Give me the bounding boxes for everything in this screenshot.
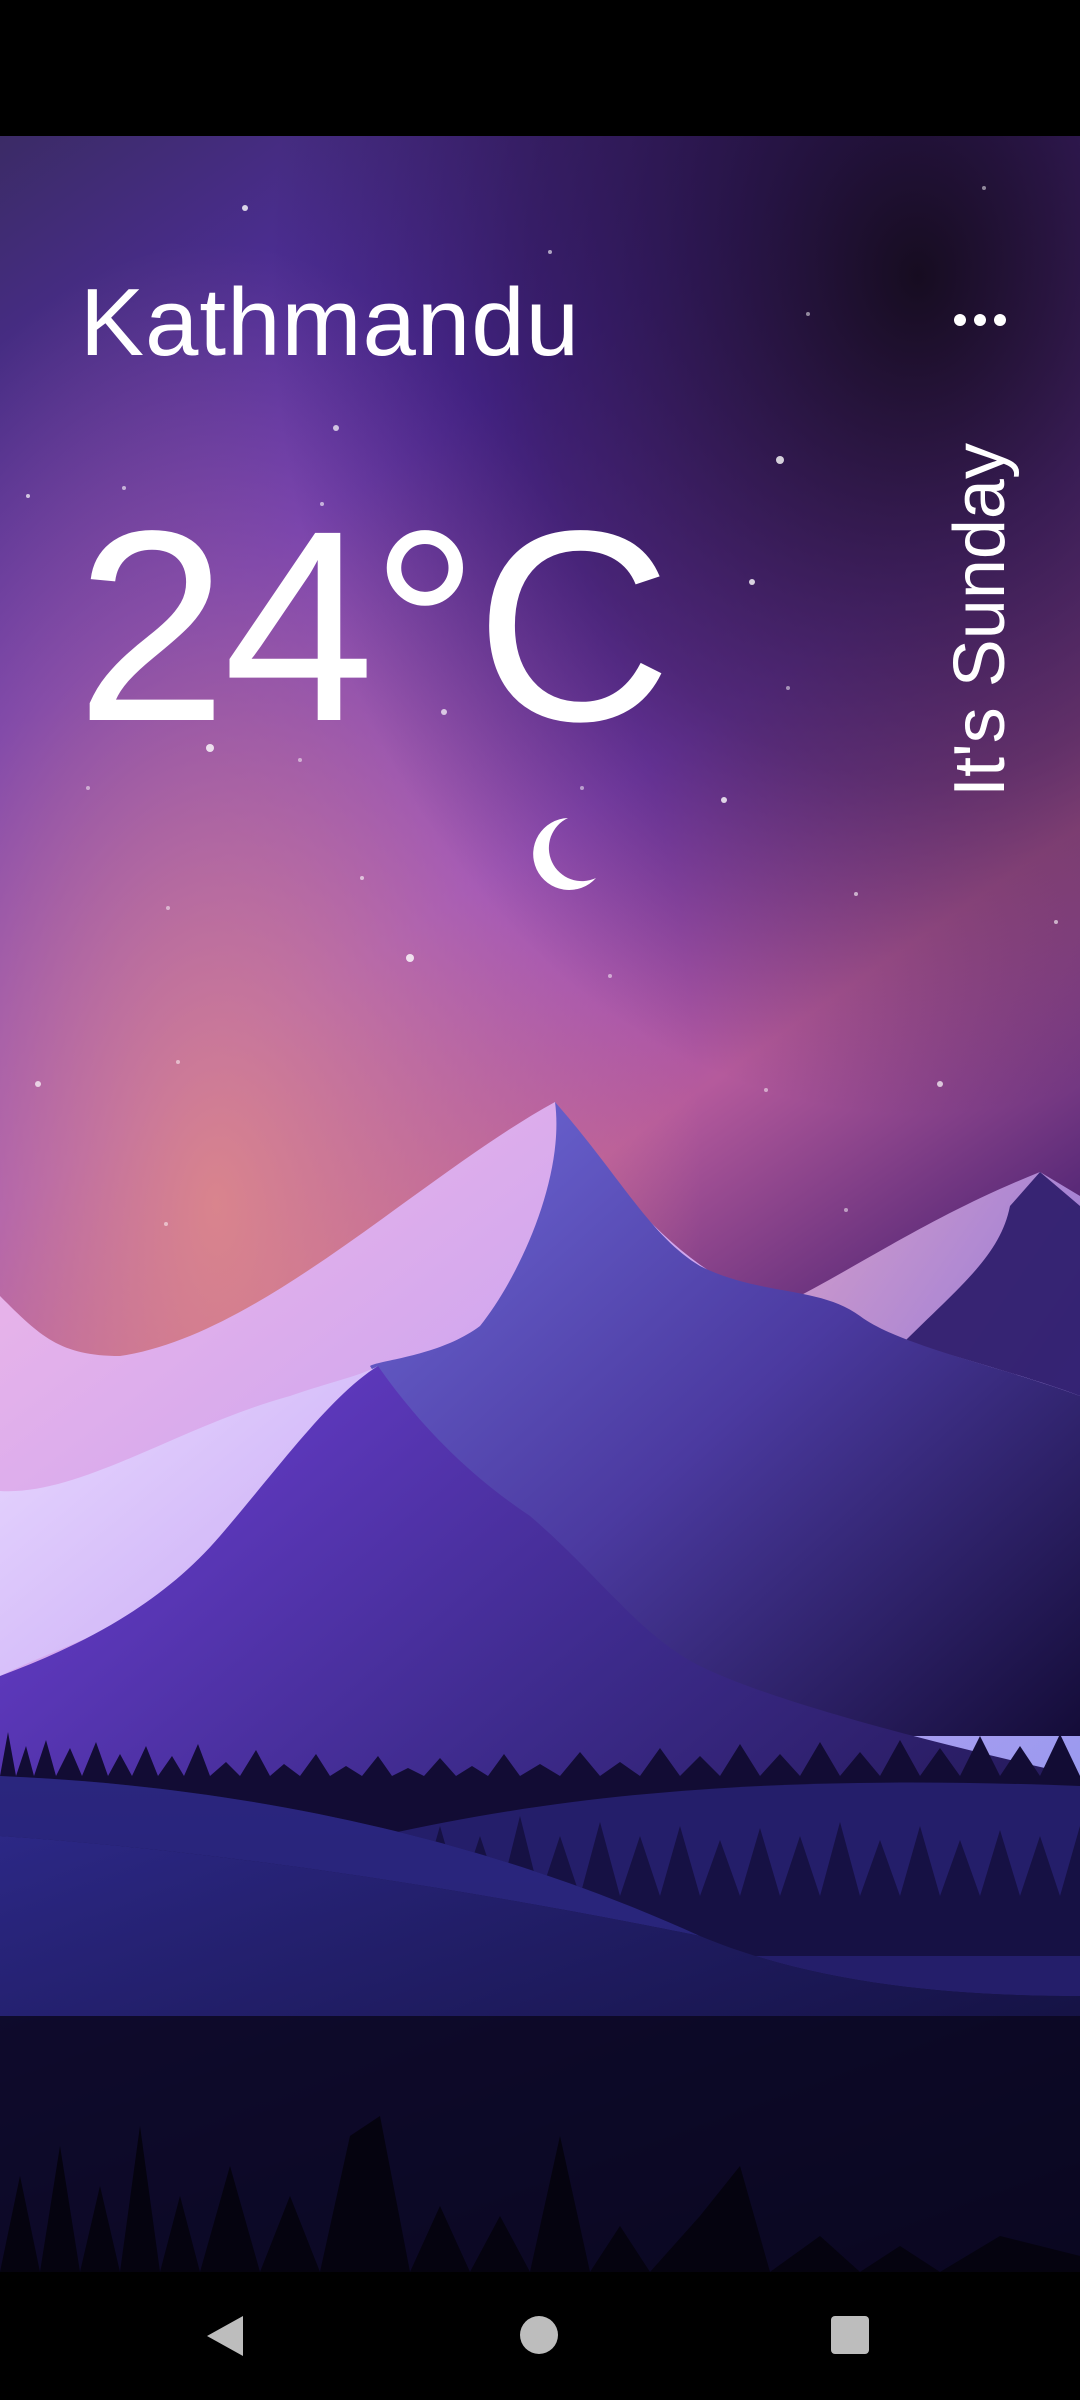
more-horizontal-icon-dot	[994, 314, 1006, 326]
square-recents-icon[interactable]	[831, 2316, 869, 2354]
triangle-back-icon[interactable]	[203, 2314, 247, 2358]
more-horizontal-icon	[954, 314, 966, 326]
temperature: 24°C	[76, 474, 672, 778]
night-mountain-scene	[0, 136, 1080, 2272]
status-bar	[0, 0, 1080, 136]
crescent-moon-icon	[533, 818, 596, 890]
circle-home-icon[interactable]	[520, 2316, 558, 2354]
city-name: Kathmandu	[80, 269, 581, 376]
background-illustration	[0, 136, 1080, 2272]
day-label: It's Sunday	[940, 443, 1020, 797]
more-horizontal-icon-dot	[974, 314, 986, 326]
day-label-container: It's Sunday	[930, 420, 1030, 820]
more-options-button[interactable]	[940, 300, 1020, 340]
